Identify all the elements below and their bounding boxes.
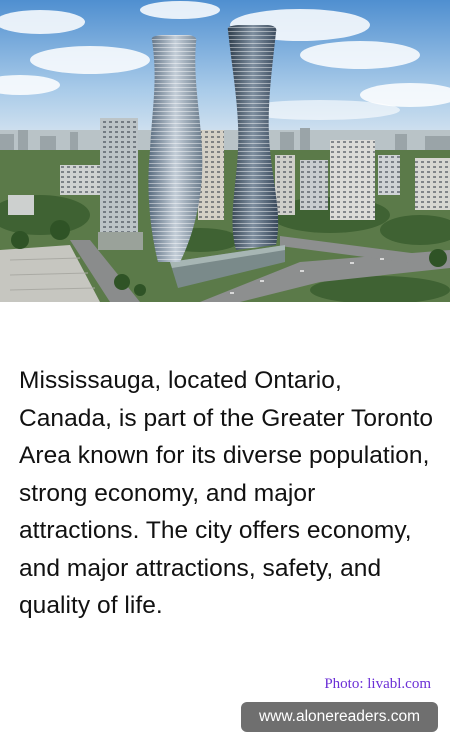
article-body-text: Mississauga, located Ontario, Canada, is… — [19, 367, 434, 619]
photo-credit: Photo: livabl.com — [324, 676, 431, 692]
city-skyline-image — [0, 0, 450, 302]
site-url-badge[interactable]: www.alonereaders.com — [241, 702, 438, 732]
hero-photo — [0, 0, 450, 302]
